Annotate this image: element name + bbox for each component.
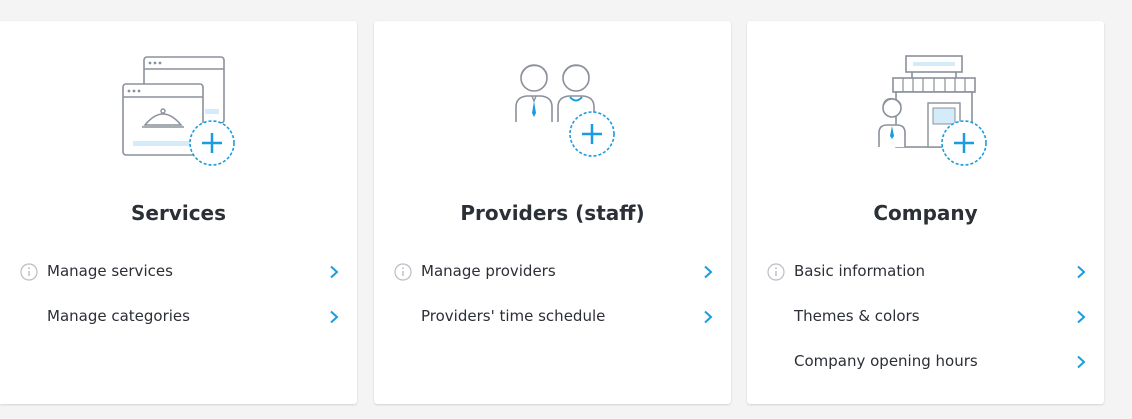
services-window-plus-icon — [121, 56, 235, 166]
manage-services-link[interactable]: Manage services — [0, 249, 357, 294]
providers-menu: Manage providers Providers' time schedul… — [374, 249, 731, 339]
providers-title: Providers (staff) — [460, 201, 645, 225]
info-icon[interactable] — [20, 263, 38, 281]
info-icon[interactable] — [767, 263, 785, 281]
manage-providers-link[interactable]: Manage providers — [374, 249, 731, 294]
company-opening-hours-link[interactable]: Company opening hours — [747, 339, 1104, 384]
providers-time-schedule-link[interactable]: Providers' time schedule — [374, 294, 731, 339]
basic-information-link[interactable]: Basic information — [747, 249, 1104, 294]
menu-item-label: Basic information — [794, 262, 926, 280]
info-icon[interactable] — [394, 263, 412, 281]
chevron-right-icon — [1077, 265, 1086, 279]
company-menu: Basic information Themes & colors Compan… — [747, 249, 1104, 384]
services-card: Services Manage services Manage categori… — [0, 21, 357, 404]
menu-item-label: Manage categories — [47, 307, 190, 325]
providers-card: Providers (staff) Manage providers Provi… — [374, 21, 731, 404]
services-title: Services — [130, 201, 227, 225]
chevron-right-icon — [1077, 310, 1086, 324]
company-shop-plus-icon — [877, 55, 987, 166]
company-title: Company — [873, 201, 978, 225]
menu-item-label: Themes & colors — [794, 307, 920, 325]
chevron-right-icon — [330, 310, 339, 324]
company-card: Company Basic information Themes & color… — [747, 21, 1104, 404]
manage-categories-link[interactable]: Manage categories — [0, 294, 357, 339]
chevron-right-icon — [330, 265, 339, 279]
services-menu: Manage services Manage categories — [0, 249, 357, 339]
themes-colors-link[interactable]: Themes & colors — [747, 294, 1104, 339]
providers-people-plus-icon — [514, 64, 615, 157]
menu-item-label: Company opening hours — [794, 352, 978, 370]
menu-item-label: Manage services — [47, 262, 173, 280]
menu-item-label: Providers' time schedule — [421, 307, 606, 325]
chevron-right-icon — [1077, 355, 1086, 369]
chevron-right-icon — [704, 265, 713, 279]
chevron-right-icon — [704, 310, 713, 324]
menu-item-label: Manage providers — [421, 262, 556, 280]
